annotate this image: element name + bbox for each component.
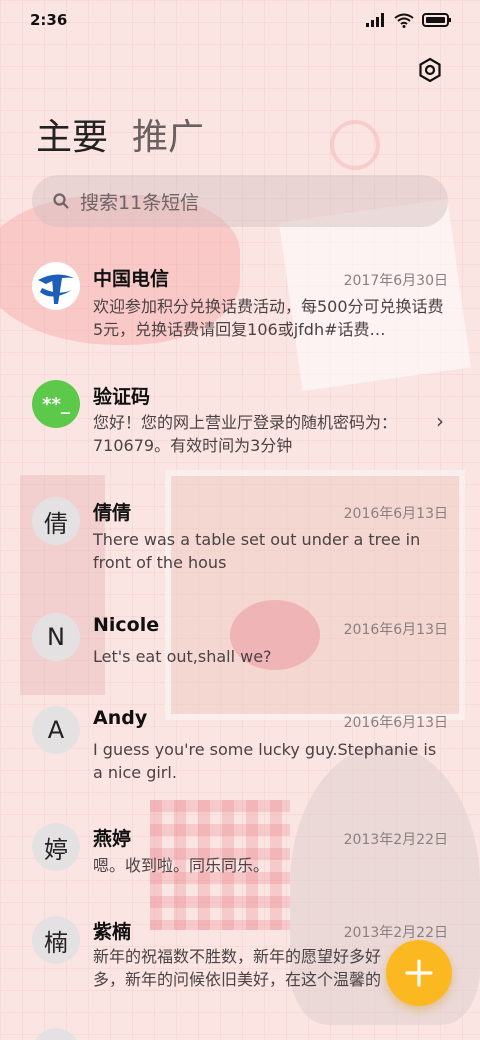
tab-promotions[interactable]: 推广 [132,108,204,160]
conversation-date: 2017年6月30日 [343,273,448,289]
conversation-name: Nicole [93,614,160,636]
avatar-telecom-logo [32,262,80,310]
signal-icon [366,13,384,27]
conversation-item[interactable]: N Nicole 2016年6月13日 Let's eat out,shall … [0,610,480,680]
avatar: 倩 [32,497,80,545]
status-bar: 2:36 [0,0,480,40]
new-message-button[interactable] [386,940,452,1006]
conversation-name: 紫楠 [93,921,132,943]
status-time: 2:36 [30,11,68,29]
wallpaper-flower [330,120,380,170]
search-icon [53,193,69,209]
conversation-date: 2013年2月22日 [343,832,448,848]
conversation-item[interactable]: 婷 燕婷 2013年2月22日 嗯。收到啦。同乐同乐。 [0,820,480,890]
avatar-text: A [47,716,65,744]
conversation-item[interactable]: A Andy 2016年6月13日 I guess you're some lu… [0,703,480,793]
avatar-text: 倩 [44,509,68,538]
conversation-date: 2016年6月13日 [343,506,448,522]
avatar [32,1028,80,1040]
conversation-preview: There was a table set out under a tree i… [93,530,421,572]
wifi-icon [394,13,414,28]
battery-icon [422,13,451,27]
avatar-text: N [47,623,65,651]
status-icons [366,13,452,28]
conversation-preview: 新年的祝福数不胜数，新年的愿望好多好多，新年的问候依旧美好，在这个温馨的时刻 [93,947,382,989]
tab-primary[interactable]: 主要 [36,108,108,160]
search-input[interactable]: 搜索11条短信 [32,175,448,227]
avatar: A [32,706,80,754]
conversation-preview: 欢迎参加积分兑换话费活动，每500分可兑换话费5元，兑换话费请回复106或jfd… [93,297,444,339]
conversation-date: 2016年6月13日 [343,622,448,638]
avatar: 婷 [32,823,80,871]
avatar-text: **_ [42,393,70,415]
conversation-preview: 您好！您的网上营业厅登录的随机密码为：710679。有效时间为3分钟 [93,413,398,455]
conversation-name: 中国电信 [93,268,170,290]
avatar: N [32,613,80,661]
avatar: 楠 [32,916,80,964]
avatar-text: 楠 [44,928,68,957]
conversation-preview: Let's eat out,shall we? [93,647,272,666]
telecom-logo-icon [33,263,79,309]
settings-icon [419,57,441,83]
conversation-item[interactable] [0,1026,480,1040]
conversation-name: 燕婷 [93,828,132,850]
conversation-date: 2013年2月22日 [343,925,448,941]
category-tabs: 主要 推广 [36,108,204,160]
conversation-date: 2016年6月13日 [343,715,448,731]
conversation-preview: I guess you're some lucky guy.Stephanie … [93,740,437,782]
conversation-item[interactable]: 中国电信 2017年6月30日 欢迎参加积分兑换话费活动，每500分可兑换话费5… [0,258,480,354]
conversation-name: 验证码 [93,386,151,408]
conversation-item[interactable]: **_ 验证码 您好！您的网上营业厅登录的随机密码为：710679。有效时间为3… [0,376,480,466]
avatar-text: 婷 [44,835,68,864]
conversation-name: 倩倩 [93,502,132,524]
avatar: **_ [32,380,80,428]
conversation-item[interactable]: 倩 倩倩 2016年6月13日 There was a table set ou… [0,494,480,584]
chevron-right-icon[interactable]: › [436,409,444,433]
settings-button[interactable] [414,54,446,86]
conversation-preview: 嗯。收到啦。同乐同乐。 [93,856,270,875]
search-placeholder: 搜索11条短信 [80,191,200,214]
conversation-name: Andy [93,707,148,729]
plus-icon [405,959,433,987]
